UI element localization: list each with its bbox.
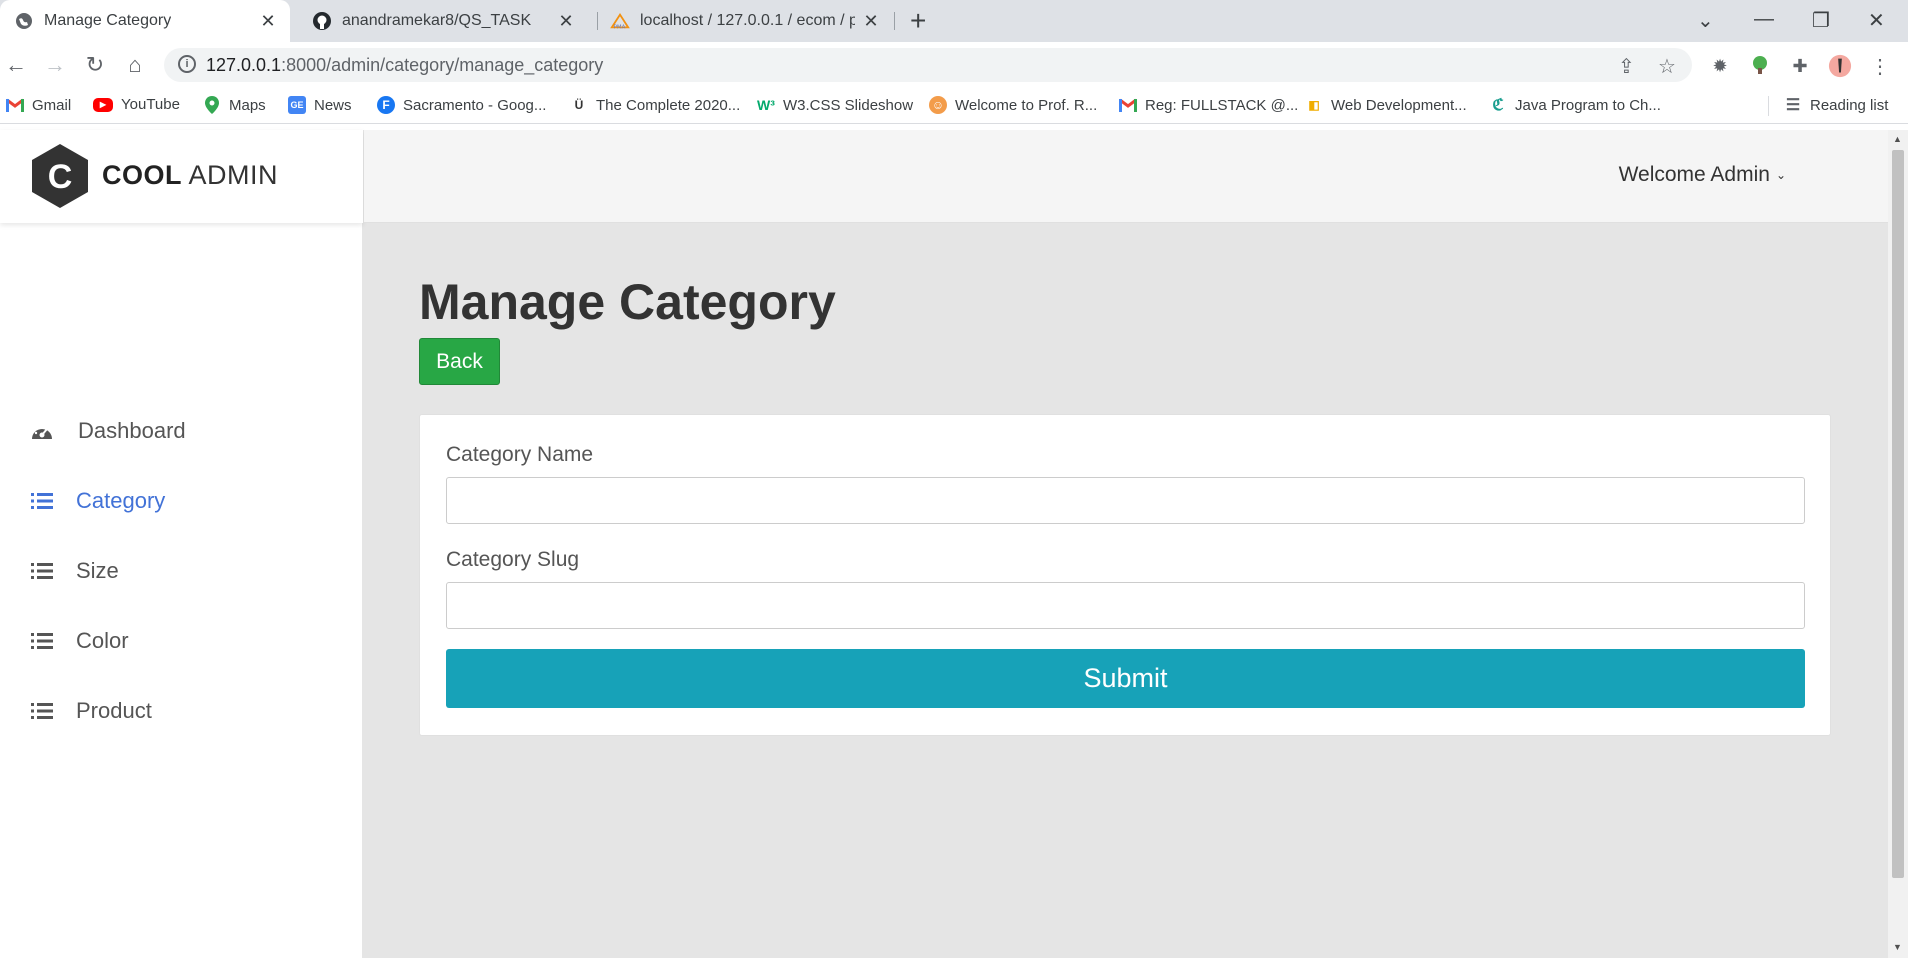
page-area: C COOL ADMIN Dashboard Category Size Col… (0, 130, 1888, 958)
brand-logo[interactable]: C COOL ADMIN (0, 130, 363, 223)
svg-text:PMA: PMA (614, 24, 626, 30)
bookmark-webdev[interactable]: ◧ Web Development... (1305, 96, 1466, 114)
gmail-icon (1119, 96, 1137, 114)
udemy-icon: Ü (574, 98, 584, 112)
list-icon (30, 699, 54, 723)
share-icon[interactable]: ⇪ (1618, 54, 1635, 79)
dashboard-icon (30, 419, 54, 443)
tab-title: Manage Category (44, 12, 172, 29)
bookmark-udemy[interactable]: Ü The Complete 2020... (570, 96, 741, 114)
welcome-text: Welcome Admin (1618, 163, 1770, 186)
sidebar-item-label: Category (76, 488, 166, 513)
globe-icon (14, 11, 34, 31)
url-text: 127.0.0.1:8000/admin/category/manage_cat… (206, 55, 604, 75)
facebook-icon: F (377, 96, 395, 114)
address-bar[interactable]: i 127.0.0.1:8000/admin/category/manage_c… (164, 48, 1692, 82)
tab-github[interactable]: anandramekar8/QS_TASK ✕ (298, 0, 588, 42)
scroll-up-arrow-icon[interactable]: ▲ (1893, 134, 1902, 144)
list-icon (30, 629, 54, 653)
tab-close-icon[interactable]: ✕ (861, 11, 881, 32)
category-form: Category Name Category Slug Submit (419, 414, 1831, 736)
phpmyadmin-icon: PMA (610, 11, 630, 31)
reading-list-button[interactable]: ☰ Reading list (1784, 96, 1889, 115)
sidebar-item-label: Color (76, 628, 129, 653)
category-slug-label: Category Slug (446, 548, 580, 571)
tab-close-icon[interactable]: ✕ (258, 11, 278, 32)
list-icon (30, 559, 54, 583)
reload-icon[interactable]: ↻ (80, 50, 110, 80)
sidebar-item-label: Product (76, 698, 152, 723)
w3schools-icon: W³ (757, 97, 775, 113)
kebab-menu-icon[interactable]: ⋮ (1868, 54, 1892, 78)
sidebar: C COOL ADMIN Dashboard Category Size Col… (0, 130, 363, 958)
bookmark-prof[interactable]: ☺ Welcome to Prof. R... (929, 96, 1097, 114)
browser-tab-bar: Manage Category ✕ anandramekar8/QS_TASK … (0, 0, 1908, 42)
bookmark-gmail[interactable]: Gmail (6, 96, 71, 114)
bookmarks-separator (1768, 96, 1769, 116)
browser-toolbar: ← → ↻ ⌂ i 127.0.0.1:8000/admin/category/… (0, 42, 1908, 88)
page-title: Manage Category (419, 274, 836, 330)
category-name-label: Category Name (446, 443, 594, 466)
scroll-down-arrow-icon[interactable]: ▼ (1893, 942, 1902, 952)
tab-search-chevron-icon[interactable]: ⌄ (1697, 8, 1714, 33)
category-name-input[interactable] (446, 477, 1805, 524)
reading-list-icon: ☰ (1785, 97, 1801, 114)
tab-separator (894, 12, 895, 30)
globe-icon: ☺ (929, 96, 947, 114)
sidebar-item-color[interactable]: Color (30, 628, 129, 654)
news-icon: GE (288, 96, 306, 114)
bookmark-youtube[interactable]: ▶ YouTube (93, 96, 180, 113)
tab-title: anandramekar8/QS_TASK (342, 12, 532, 29)
sidebar-item-size[interactable]: Size (30, 558, 119, 584)
extensions-puzzle-icon[interactable]: ✚ (1788, 54, 1812, 78)
home-icon[interactable]: ⌂ (120, 50, 150, 80)
logo-hexagon-icon: C (32, 144, 88, 208)
sidebar-item-category[interactable]: Category (30, 488, 165, 514)
svg-text:C: C (48, 158, 73, 196)
brand-name: COOL ADMIN (102, 160, 279, 190)
bookmark-w3css[interactable]: W³ W3.CSS Slideshow (757, 96, 913, 114)
minimize-icon[interactable]: — (1754, 8, 1774, 31)
sidebar-item-product[interactable]: Product (30, 698, 152, 724)
maps-icon (203, 96, 221, 114)
bookmark-java[interactable]: ℭ Java Program to Ch... (1489, 96, 1661, 115)
category-slug-input[interactable] (446, 582, 1805, 629)
tab-manage-category[interactable]: Manage Category ✕ (0, 0, 290, 42)
sidebar-item-label: Size (76, 558, 119, 583)
top-header: Welcome Admin ⌄ (364, 130, 1888, 223)
restore-icon[interactable]: ❐ (1812, 8, 1830, 33)
submit-button[interactable]: Submit (446, 649, 1805, 708)
scrollbar-thumb[interactable] (1892, 150, 1904, 878)
javatpoint-icon: ℭ (1492, 97, 1504, 114)
bookmark-sacramento[interactable]: F Sacramento - Goog... (377, 96, 546, 114)
sidebar-item-label: Dashboard (78, 418, 186, 443)
tab-title: localhost / 127.0.0.1 / ecom / pro (640, 12, 855, 29)
back-arrow-icon[interactable]: ← (1, 50, 31, 80)
sidebar-item-dashboard[interactable]: Dashboard (30, 418, 186, 444)
new-tab-icon[interactable]: + (910, 7, 926, 35)
gmail-icon (6, 96, 24, 114)
profile-avatar[interactable] (1828, 54, 1852, 78)
bookmarks-bar: Gmail ▶ YouTube Maps GE News F Sacrament… (0, 88, 1908, 124)
tab-close-icon[interactable]: ✕ (556, 11, 576, 32)
bookmark-news[interactable]: GE News (288, 96, 352, 114)
github-icon (312, 11, 332, 31)
account-dropdown[interactable]: Welcome Admin ⌄ (1619, 163, 1786, 187)
tab-phpmyadmin[interactable]: PMA localhost / 127.0.0.1 / ecom / pro ✕ (598, 0, 893, 42)
bookmark-maps[interactable]: Maps (203, 96, 266, 114)
chevron-down-icon: ⌄ (1775, 168, 1786, 182)
bookmark-icon: ◧ (1308, 98, 1320, 112)
youtube-icon: ▶ (93, 97, 113, 112)
star-icon[interactable]: ☆ (1658, 54, 1676, 79)
back-button[interactable]: Back (419, 338, 500, 385)
bookmark-fullstack[interactable]: Reg: FULLSTACK @... (1119, 96, 1298, 114)
page-scrollbar[interactable]: ▲ ▼ (1888, 130, 1908, 958)
html-extension-icon[interactable] (1748, 54, 1772, 78)
window-bottom-edge (0, 958, 1908, 963)
close-window-icon[interactable]: ✕ (1868, 8, 1885, 33)
list-icon (30, 489, 54, 513)
bug-extension-icon[interactable]: ✹ (1708, 54, 1732, 78)
site-info-icon[interactable]: i (178, 55, 196, 73)
forward-arrow-icon[interactable]: → (40, 50, 70, 80)
